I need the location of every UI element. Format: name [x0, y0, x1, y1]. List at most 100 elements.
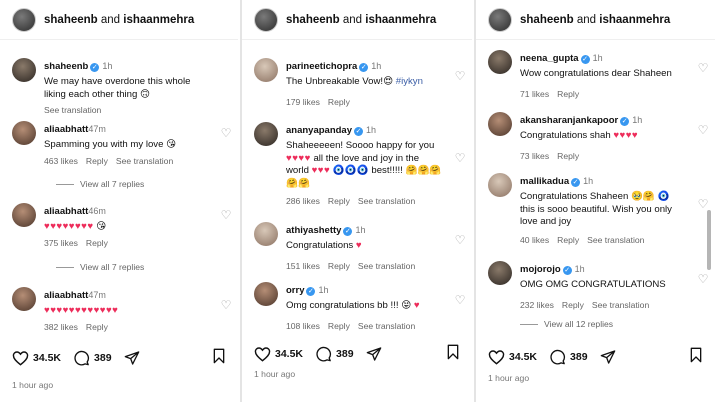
comment-username[interactable]: aliaabhatt: [44, 290, 88, 301]
reply-link[interactable]: Reply: [328, 261, 350, 271]
see-translation-link[interactable]: See translation: [358, 261, 415, 271]
see-translation-link[interactable]: See translation: [592, 300, 649, 310]
reply-link[interactable]: Reply: [562, 300, 584, 310]
heart-icon[interactable]: ♡: [697, 273, 709, 285]
see-translation-link[interactable]: See translation: [587, 235, 644, 245]
avatar[interactable]: [254, 7, 278, 32]
share-action[interactable]: [124, 350, 144, 366]
avatar[interactable]: [488, 50, 512, 74]
view-replies-link[interactable]: View all 7 replies: [56, 262, 144, 272]
header-username-2[interactable]: ishaanmehra: [365, 14, 436, 26]
like-action[interactable]: 34.5K: [254, 346, 303, 362]
comment-username[interactable]: neena_gupta: [520, 53, 579, 64]
avatar[interactable]: [12, 121, 36, 145]
comment-count[interactable]: 389: [570, 351, 588, 363]
comment-likes[interactable]: 286 likes: [286, 196, 320, 206]
heart-icon[interactable]: ♡: [220, 209, 232, 221]
hashtag-link[interactable]: #iykyn: [396, 76, 423, 87]
heart-icon[interactable]: ♡: [697, 62, 709, 74]
comment-likes[interactable]: 382 likes: [44, 322, 78, 332]
comment-username[interactable]: orry: [286, 285, 304, 296]
header-username-2[interactable]: ishaanmehra: [123, 14, 194, 26]
heart-icon[interactable]: ♡: [220, 127, 232, 139]
like-action[interactable]: 34.5K: [12, 350, 61, 366]
share-action[interactable]: [600, 349, 620, 365]
post-header-title[interactable]: shaheenb and ishaanmehra: [286, 14, 436, 26]
view-replies-link[interactable]: View all 7 replies: [56, 179, 144, 189]
avatar[interactable]: [488, 112, 512, 136]
comment-username[interactable]: parineetichopra: [286, 61, 357, 72]
comment-likes[interactable]: 179 likes: [286, 97, 320, 107]
comment-username[interactable]: shaheenb: [44, 61, 88, 72]
reply-link[interactable]: Reply: [86, 238, 108, 248]
avatar[interactable]: [12, 287, 36, 311]
avatar[interactable]: [12, 58, 36, 82]
header-username-1[interactable]: shaheenb: [520, 14, 574, 26]
reply-link[interactable]: Reply: [328, 97, 350, 107]
header-username-1[interactable]: shaheenb: [286, 14, 340, 26]
like-count[interactable]: 34.5K: [509, 351, 537, 363]
heart-icon[interactable]: ♡: [454, 234, 466, 246]
reply-link[interactable]: Reply: [86, 322, 108, 332]
heart-icon[interactable]: ♡: [454, 70, 466, 82]
avatar[interactable]: [254, 122, 278, 146]
reply-link[interactable]: Reply: [328, 321, 350, 331]
like-action[interactable]: 34.5K: [488, 349, 537, 365]
comment-username[interactable]: ananyapanday: [286, 125, 352, 136]
comment-likes[interactable]: 73 likes: [520, 151, 549, 161]
comment-action[interactable]: 389: [549, 349, 588, 365]
reply-link[interactable]: Reply: [557, 89, 579, 99]
comment-username[interactable]: athiyashetty: [286, 225, 341, 236]
comment-likes[interactable]: 151 likes: [286, 261, 320, 271]
comment-username[interactable]: aliaabhatt: [44, 124, 88, 135]
reply-link[interactable]: Reply: [328, 196, 350, 206]
comment-username[interactable]: akansharanjankapoor: [520, 115, 618, 126]
reply-link[interactable]: Reply: [557, 235, 579, 245]
emojis: 🥹🤗: [630, 191, 655, 202]
see-translation-link[interactable]: See translation: [44, 105, 101, 115]
comment-likes[interactable]: 463 likes: [44, 156, 78, 166]
comment-likes[interactable]: 375 likes: [44, 238, 78, 248]
scrollbar-thumb[interactable]: [707, 210, 711, 270]
heart-icon[interactable]: ♡: [454, 294, 466, 306]
comment-username[interactable]: mojorojo: [520, 264, 561, 275]
comment-username[interactable]: aliaabhatt: [44, 206, 88, 217]
comment-likes[interactable]: 71 likes: [520, 89, 549, 99]
post-header-title[interactable]: shaheenb and ishaanmehra: [520, 14, 670, 26]
reply-link[interactable]: Reply: [557, 151, 579, 161]
bookmark-icon[interactable]: [446, 344, 460, 365]
heart-icon[interactable]: ♡: [697, 198, 709, 210]
like-count[interactable]: 34.5K: [33, 352, 61, 364]
see-translation-link[interactable]: See translation: [358, 196, 415, 206]
header-username-1[interactable]: shaheenb: [44, 14, 98, 26]
see-translation-link[interactable]: See translation: [358, 321, 415, 331]
see-translation-link[interactable]: See translation: [116, 156, 173, 166]
bookmark-icon[interactable]: [212, 348, 226, 369]
avatar[interactable]: [488, 7, 512, 32]
avatar[interactable]: [488, 261, 512, 285]
comment-action[interactable]: 389: [73, 350, 112, 366]
heart-icon[interactable]: ♡: [220, 299, 232, 311]
bookmark-icon[interactable]: [689, 347, 703, 368]
comment-count[interactable]: 389: [336, 348, 354, 360]
avatar[interactable]: [12, 7, 36, 32]
heart-icon[interactable]: ♡: [454, 152, 466, 164]
avatar[interactable]: [254, 58, 278, 82]
header-username-2[interactable]: ishaanmehra: [599, 14, 670, 26]
avatar[interactable]: [254, 222, 278, 246]
comment-likes[interactable]: 40 likes: [520, 235, 549, 245]
view-replies-link[interactable]: View all 12 replies: [520, 319, 613, 329]
like-count[interactable]: 34.5K: [275, 348, 303, 360]
avatar[interactable]: [488, 173, 512, 197]
comment-likes[interactable]: 232 likes: [520, 300, 554, 310]
comment-action[interactable]: 389: [315, 346, 354, 362]
avatar[interactable]: [254, 282, 278, 306]
comment-username[interactable]: mallikadua: [520, 176, 569, 187]
comment-likes[interactable]: 108 likes: [286, 321, 320, 331]
post-header-title[interactable]: shaheenb and ishaanmehra: [44, 14, 194, 26]
avatar[interactable]: [12, 203, 36, 227]
comment-count[interactable]: 389: [94, 352, 112, 364]
share-action[interactable]: [366, 346, 386, 362]
reply-link[interactable]: Reply: [86, 156, 108, 166]
heart-icon[interactable]: ♡: [697, 124, 709, 136]
